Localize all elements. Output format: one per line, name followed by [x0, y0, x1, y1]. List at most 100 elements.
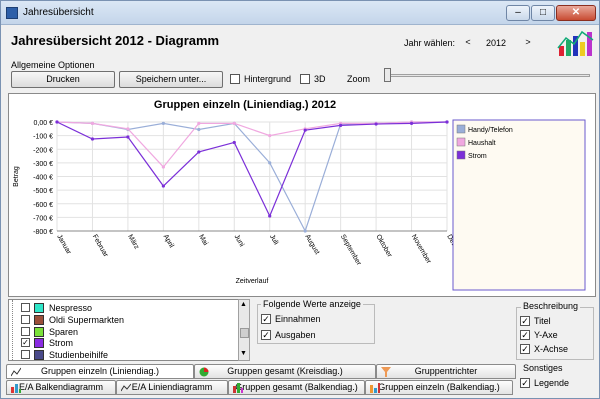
description-group-label: Beschreibung	[521, 301, 581, 311]
data-point	[161, 121, 165, 125]
x-tick-label: Januar	[55, 234, 72, 257]
tab-group-funnel[interactable]: Gruppentrichter	[376, 364, 516, 379]
minimize-button[interactable]: –	[506, 5, 530, 21]
expenses-label: Ausgaben	[275, 330, 316, 340]
tree-item[interactable]: ✓ Strom	[9, 337, 234, 349]
yaxis-checkbox[interactable]: ✓	[520, 330, 530, 340]
tree-item-label: Oldi Supermarkten	[49, 314, 125, 325]
y-tick-label: -600 €	[33, 202, 53, 209]
legend-label: Legende	[534, 378, 570, 388]
tree-item-label: Sparen	[49, 326, 79, 337]
color-swatch	[34, 338, 44, 349]
x-tick-label: März	[126, 234, 140, 251]
options-group-label: Allgemeine Optionen	[11, 60, 95, 70]
scroll-down-icon[interactable]: ▼	[240, 350, 247, 357]
scroll-thumb[interactable]	[240, 328, 249, 338]
other-group-label: Sonstiges	[521, 363, 565, 373]
xaxis-label: X-Achse	[534, 344, 569, 354]
zoom-slider-track[interactable]	[384, 74, 590, 77]
pie-chart-icon	[199, 367, 209, 377]
data-point	[90, 121, 95, 125]
tree-item-checkbox[interactable]: ✓	[21, 338, 30, 348]
background-checkbox[interactable]	[230, 74, 240, 84]
chart-logo-icon	[557, 30, 594, 56]
tree-item-label: Studienbeihilfe	[49, 350, 109, 361]
tab-ea-bar[interactable]: E/A Balkendiagramm	[6, 380, 116, 395]
x-tick-label: Oktober	[374, 234, 393, 260]
legend-checkbox[interactable]: ✓	[520, 378, 530, 388]
data-point	[197, 150, 201, 154]
data-point	[268, 161, 272, 165]
tab-label: Gruppentrichter	[414, 366, 478, 376]
y-axis-label: Betrag	[13, 166, 20, 187]
legend-label: Strom	[468, 153, 487, 160]
tree-item[interactable]: Oldi Supermarkten	[9, 314, 234, 325]
bar-chart-icon	[370, 383, 380, 393]
maximize-button[interactable]: □	[531, 5, 555, 21]
x-tick-label: August	[303, 234, 320, 256]
tree-item-checkbox[interactable]	[21, 303, 30, 312]
income-label: Einnahmen	[275, 314, 321, 324]
expenses-checkbox[interactable]: ✓	[261, 330, 271, 340]
close-button[interactable]: ✕	[556, 5, 596, 21]
tree-item[interactable]: Sparen	[9, 326, 234, 337]
legend-label: Handy/Telefon	[468, 127, 513, 134]
tree-item[interactable]: Studienbeihilfe	[9, 349, 234, 360]
tab-groups-single-bar[interactable]: Gruppen einzeln (Balkendiag.)	[365, 380, 513, 395]
group-tree-list[interactable]: Nespresso Oldi Supermarkten Sparen ✓ Strom St…	[8, 299, 250, 361]
data-point	[197, 121, 201, 125]
page-title: Jahresübersicht 2012 - Diagramm	[11, 33, 220, 48]
tree-item-label: Strom	[49, 338, 74, 349]
data-point	[303, 229, 307, 233]
window-title: Jahresübersicht	[23, 7, 94, 18]
income-checkbox[interactable]: ✓	[261, 314, 271, 324]
zoom-label: Zoom	[347, 74, 371, 84]
year-label: Jahr wählen:	[404, 38, 456, 48]
year-next-button[interactable]: >	[523, 37, 533, 47]
save-as-button[interactable]: Speichern unter...	[119, 71, 223, 88]
data-point	[268, 134, 272, 138]
app-icon	[6, 7, 18, 19]
data-point	[161, 165, 165, 169]
xaxis-checkbox[interactable]: ✓	[520, 344, 530, 354]
data-point	[90, 137, 95, 141]
tab-ea-line[interactable]: E/A Liniendiagramm	[116, 380, 228, 395]
x-tick-label: Juli	[268, 234, 280, 247]
x-tick-label: Februar	[91, 234, 110, 259]
year-prev-button[interactable]: <	[463, 37, 473, 47]
tab-groups-total-pie[interactable]: Gruppen gesamt (Kreisdiag.)	[194, 364, 376, 379]
tab-label: E/A Liniendiagramm	[131, 382, 213, 392]
tree-item[interactable]: Nespresso	[9, 302, 234, 313]
series-line	[56, 121, 447, 168]
chart-title: Gruppen einzeln (Liniendiag.) 2012	[154, 99, 336, 111]
data-point	[303, 128, 307, 132]
y-tick-label: -800 €	[33, 229, 53, 236]
title-checkbox[interactable]: ✓	[520, 316, 530, 326]
print-button[interactable]: Drucken	[11, 71, 115, 88]
3d-checkbox[interactable]	[300, 74, 310, 84]
y-tick-label: -300 €	[33, 161, 53, 168]
color-swatch	[34, 314, 44, 325]
tab-label: Gruppen gesamt (Balkendiag.)	[235, 382, 358, 392]
line-chart-icon	[120, 383, 132, 393]
tree-scrollbar[interactable]: ▲ ▼	[238, 299, 250, 361]
tree-item-checkbox[interactable]	[21, 326, 30, 336]
y-tick-label: -500 €	[33, 188, 53, 195]
tree-item-label: Nespresso	[49, 303, 93, 313]
zoom-slider-thumb[interactable]	[384, 68, 391, 82]
year-value: 2012	[486, 38, 507, 48]
y-tick-label: -400 €	[33, 175, 53, 182]
x-tick-label: November	[410, 234, 433, 266]
data-point	[339, 123, 343, 128]
tab-groups-single-line[interactable]: Gruppen einzeln (Liniendiag.)	[6, 364, 194, 379]
legend-swatch	[456, 137, 466, 147]
color-swatch	[34, 326, 44, 337]
tab-groups-total-bar[interactable]: Gruppen gesamt (Balkendiag.)	[228, 380, 365, 395]
y-tick-label: -100 €	[33, 134, 53, 141]
values-group-label: Folgende Werte anzeige	[261, 299, 363, 309]
color-swatch	[34, 350, 44, 360]
scroll-up-icon[interactable]: ▲	[240, 301, 247, 308]
tree-item-checkbox[interactable]	[21, 350, 30, 360]
tree-item-checkbox[interactable]	[21, 314, 30, 324]
tab-label: Gruppen einzeln (Balkendiag.)	[378, 382, 500, 392]
